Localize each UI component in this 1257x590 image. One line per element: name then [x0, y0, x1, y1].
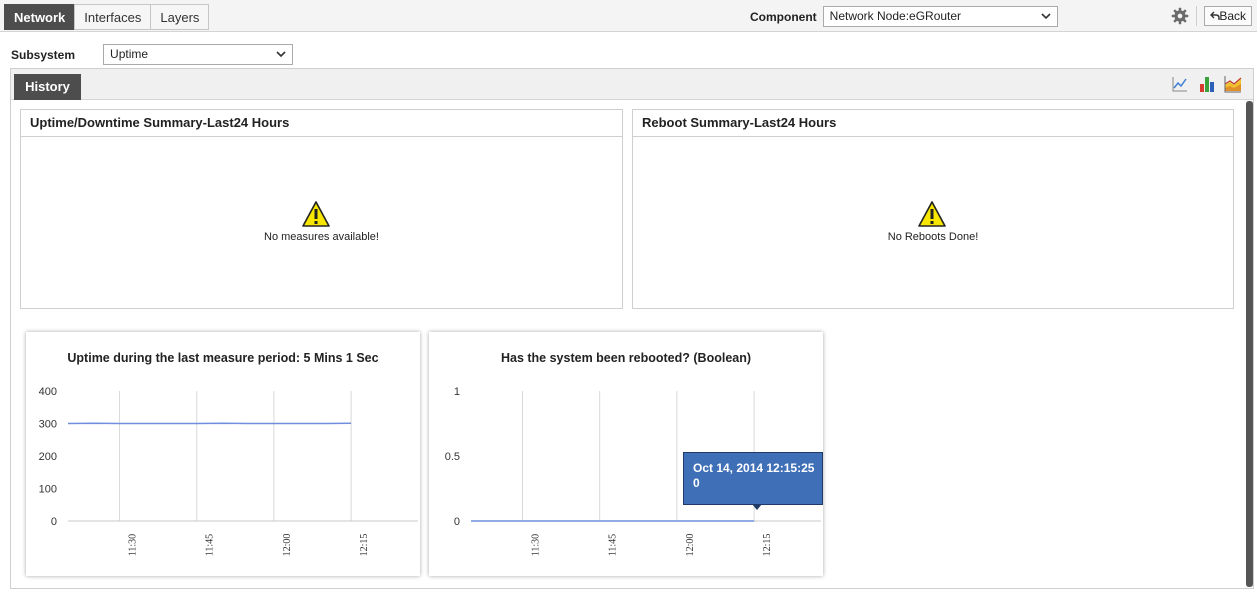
x-tick-label: 11:45 [608, 534, 619, 556]
y-tick-label: 100 [39, 484, 57, 496]
x-tick-label: 12:15 [359, 534, 370, 557]
component-label: Component [750, 9, 817, 24]
component-value: Network Node:eGRouter [829, 9, 962, 23]
bar-chart-icon[interactable] [1198, 75, 1216, 93]
y-tick-label: 0 [454, 516, 460, 528]
x-tick-label: 12:00 [685, 534, 696, 557]
warning-icon [918, 201, 946, 227]
chart-tooltip: Oct 14, 2014 12:15:25 0 [683, 452, 823, 505]
gear-icon[interactable] [1171, 7, 1189, 25]
reboot-summary-message: No Reboots Done! [887, 231, 979, 243]
subsystem-label: Subsystem [11, 47, 76, 62]
reboot-chart-title: Has the system been rebooted? (Boolean) [500, 351, 752, 365]
y-tick-label: 400 [39, 386, 57, 398]
tab-network[interactable]: Network [4, 4, 76, 30]
component-selector: Component Network Node:eGRouter [750, 6, 1058, 27]
back-button[interactable]: Back [1204, 6, 1252, 26]
uptime-summary-box: Uptime/Downtime Summary-Last24 Hours No … [20, 109, 623, 309]
tooltip-date: Oct 14, 2014 12:15:25 [693, 461, 815, 475]
subsystem-row: Subsystem Uptime [11, 44, 294, 65]
y-tick-label: 1 [454, 386, 460, 398]
trend-chart-icon[interactable] [1224, 75, 1242, 93]
uptime-summary-message: No measures available! [264, 231, 379, 243]
main-tabs: Network Interfaces Layers [4, 4, 210, 30]
x-tick-label: 12:15 [762, 534, 773, 557]
y-tick-label: 200 [39, 451, 57, 463]
back-arrow-icon [1210, 11, 1220, 20]
tab-layers[interactable]: Layers [150, 4, 210, 30]
x-tick-label: 11:30 [127, 534, 138, 556]
uptime-chart-card: Uptime during the last measure period: 5… [26, 332, 420, 576]
x-tick-label: 11:45 [205, 534, 216, 556]
tooltip-pointer [752, 504, 762, 510]
subsystem-dropdown[interactable]: Uptime [103, 44, 294, 65]
reboot-summary-title: Reboot Summary-Last24 Hours [633, 110, 1233, 137]
top-bar: Network Interfaces Layers Component Netw… [0, 0, 1257, 32]
reboot-chart-card: Has the system been rebooted? (Boolean) … [429, 332, 823, 576]
history-panel: History Uptime/Downtime Summary-Last24 H… [10, 68, 1254, 589]
toolbar-divider [1196, 6, 1197, 26]
back-label: Back [1219, 9, 1246, 23]
reboot-summary-box: Reboot Summary-Last24 Hours No Reboots D… [632, 109, 1234, 309]
subsystem-value: Uptime [110, 47, 149, 61]
chevron-down-icon [276, 51, 286, 58]
uptime-chart: 11:30 11:45 12:00 12:15 0 100 200 300 400 [39, 386, 418, 557]
scrollbar-thumb[interactable] [1246, 101, 1253, 587]
y-tick-label: 0 [51, 516, 57, 528]
uptime-chart-title: Uptime during the last measure period: 5… [67, 351, 379, 365]
y-tick-label: 0.5 [445, 451, 460, 463]
warning-icon [302, 201, 330, 227]
line-chart-icon[interactable] [1171, 75, 1189, 93]
panel-header: History [11, 69, 1253, 100]
chevron-down-icon [1041, 13, 1051, 20]
tooltip-value: 0 [693, 476, 700, 490]
x-tick-label: 11:30 [530, 534, 541, 556]
y-tick-label: 300 [39, 419, 57, 431]
x-tick-label: 12:00 [282, 534, 293, 557]
tab-history[interactable]: History [14, 74, 81, 100]
component-dropdown[interactable]: Network Node:eGRouter [822, 6, 1058, 27]
panel-scrollbar[interactable] [1246, 101, 1253, 587]
uptime-summary-title: Uptime/Downtime Summary-Last24 Hours [21, 110, 622, 137]
tab-interfaces[interactable]: Interfaces [74, 4, 152, 30]
